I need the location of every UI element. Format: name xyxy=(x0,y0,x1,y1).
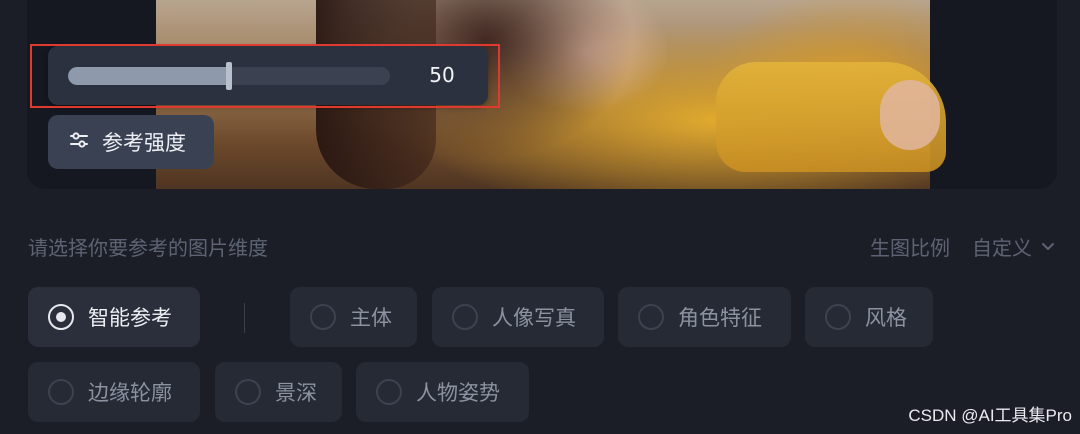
option-label: 风格 xyxy=(865,306,907,330)
aspect-ratio-value: 自定义 xyxy=(972,236,1032,260)
option-subject[interactable]: 主体 xyxy=(290,287,417,347)
sliders-icon xyxy=(68,129,90,155)
option-label: 景深 xyxy=(275,381,317,405)
chevron-down-icon xyxy=(1040,235,1056,259)
option-smart-reference[interactable]: 智能参考 xyxy=(28,287,200,347)
radio-icon xyxy=(48,379,74,405)
radio-icon xyxy=(452,304,478,330)
option-label: 角色特征 xyxy=(678,306,762,330)
radio-icon xyxy=(638,304,664,330)
option-depth-of-field[interactable]: 景深 xyxy=(215,362,342,422)
highlight-frame xyxy=(30,44,500,108)
strength-button-label: 参考强度 xyxy=(102,131,186,155)
option-portrait[interactable]: 人像写真 xyxy=(432,287,604,347)
aspect-ratio-label: 生图比例 xyxy=(870,236,950,260)
option-label: 人物姿势 xyxy=(416,381,500,405)
option-edge-contour[interactable]: 边缘轮廓 xyxy=(28,362,200,422)
watermark: CSDN @AI工具集Pro xyxy=(908,406,1072,425)
dimension-prompt: 请选择你要参考的图片维度 xyxy=(28,236,268,260)
option-character-features[interactable]: 角色特征 xyxy=(618,287,791,347)
option-pose[interactable]: 人物姿势 xyxy=(356,362,529,422)
option-label: 边缘轮廓 xyxy=(88,381,172,405)
divider xyxy=(244,303,245,333)
option-style[interactable]: 风格 xyxy=(805,287,933,347)
radio-icon xyxy=(310,304,336,330)
option-label: 智能参考 xyxy=(88,306,172,330)
radio-icon xyxy=(825,304,851,330)
aspect-ratio-selector[interactable]: 生图比例 自定义 xyxy=(870,232,1056,261)
radio-icon xyxy=(235,379,261,405)
strength-button[interactable]: 参考强度 xyxy=(48,115,214,169)
option-label: 人像写真 xyxy=(492,306,576,330)
radio-icon xyxy=(376,379,402,405)
option-label: 主体 xyxy=(350,306,392,330)
radio-icon xyxy=(48,304,74,330)
